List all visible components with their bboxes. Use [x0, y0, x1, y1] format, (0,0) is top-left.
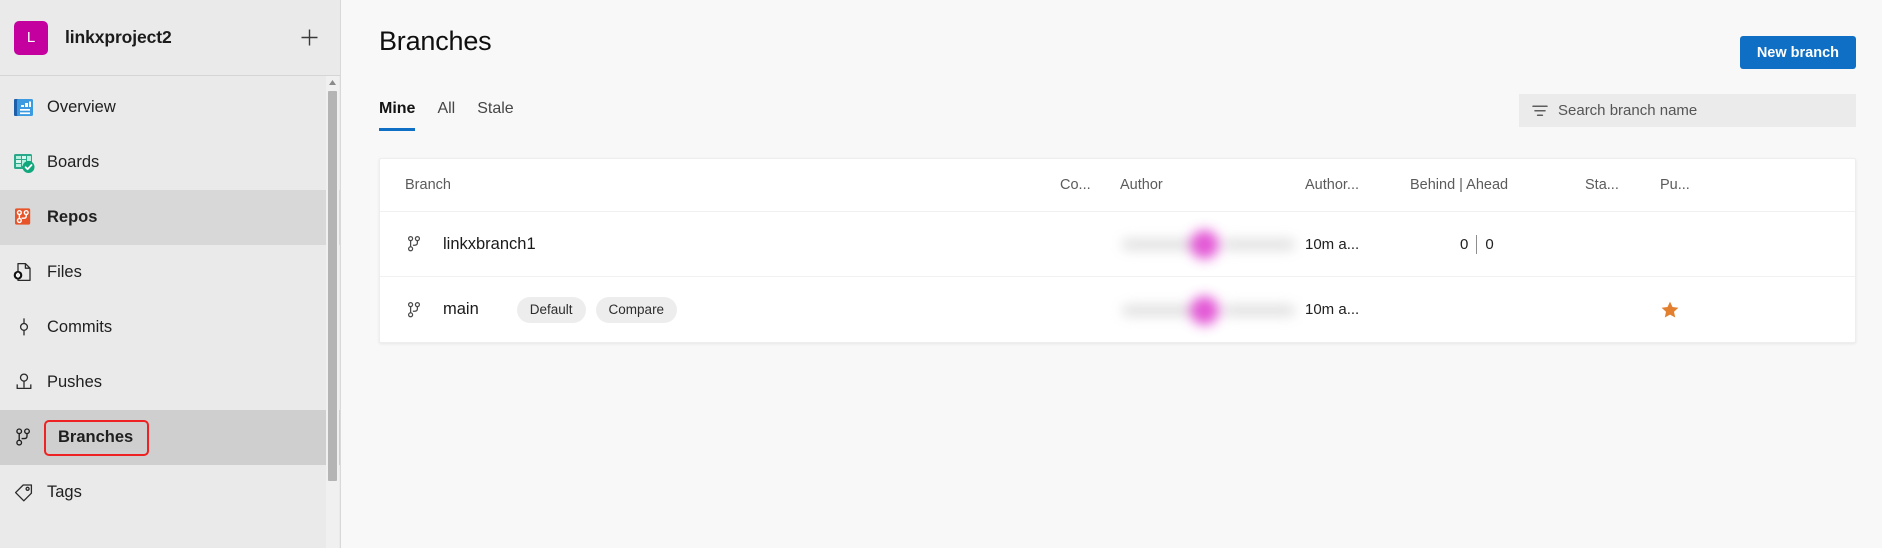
new-branch-button[interactable]: New branch [1739, 36, 1856, 69]
branch-name[interactable]: main [443, 300, 479, 319]
search-branch-box[interactable] [1519, 94, 1856, 127]
filter-icon [1530, 104, 1550, 118]
files-icon [3, 260, 47, 286]
app-root: L linkxproject2 Overview Boards Repos Fi… [0, 0, 1882, 548]
behind-count: 0 [1460, 235, 1469, 253]
branch-cell: main Default Compare [380, 296, 1060, 323]
table-row[interactable]: main Default Compare 10m a... [380, 277, 1855, 342]
plus-icon[interactable] [296, 25, 322, 51]
column-header-behind-ahead[interactable]: Behind | Ahead [1410, 177, 1585, 193]
sidebar-item-label: Pushes [47, 373, 103, 391]
behind-ahead-separator [1476, 234, 1478, 254]
sidebar-item-label: Commits [47, 318, 113, 336]
branches-table: Branch Co... Author Author... Behind | A… [379, 158, 1856, 343]
column-header-author[interactable]: Author [1120, 177, 1305, 193]
sidebar-item-pushes[interactable]: Pushes [0, 355, 340, 410]
tab-stale[interactable]: Stale [466, 100, 524, 131]
commits-icon [3, 315, 47, 341]
authored-date: 10m a... [1305, 235, 1360, 253]
tab-all[interactable]: All [426, 100, 466, 131]
sidebar-item-label: Repos [47, 208, 98, 226]
project-header: L linkxproject2 [0, 0, 340, 75]
branch-name[interactable]: linkxbranch1 [443, 235, 536, 254]
branch-filter-tabs: Mine All Stale [379, 100, 525, 131]
project-avatar: L [14, 20, 48, 55]
tags-icon [3, 480, 47, 506]
ahead-count: 0 [1485, 235, 1494, 253]
column-header-pull-request[interactable]: Pu... [1660, 177, 1855, 193]
pull-request-cell [1660, 300, 1855, 320]
sidebar-item-commits[interactable]: Commits [0, 300, 340, 355]
main-content: Branches New branch Mine All Stale Searc… [341, 0, 1882, 548]
sidebar-item-branches[interactable]: Branches [0, 410, 340, 465]
sidebar-item-label: Boards [47, 153, 100, 171]
authored-date: 10m a... [1305, 301, 1360, 318]
sidebar-item-label: Files [47, 263, 82, 281]
sidebar-item-boards[interactable]: Boards [0, 135, 340, 190]
branch-cell: linkxbranch1 [380, 234, 1060, 254]
table-row[interactable]: linkxbranch1 10m a... 0 0 [380, 212, 1855, 277]
branch-icon [405, 300, 435, 320]
chevron-up-icon[interactable] [326, 76, 339, 89]
search-input[interactable] [1558, 102, 1845, 119]
overview-icon [3, 95, 47, 121]
sidebar-item-label: Tags [47, 483, 82, 501]
sidebar-item-repos[interactable]: Repos [0, 190, 340, 245]
project-name: linkxproject2 [65, 27, 172, 47]
branch-icon [405, 234, 435, 254]
sidebar: L linkxproject2 Overview Boards Repos Fi… [0, 0, 341, 548]
sidebar-nav: Overview Boards Repos Files Commits Push… [0, 76, 340, 548]
column-header-commit[interactable]: Co... [1060, 177, 1120, 193]
tab-mine[interactable]: Mine [379, 100, 426, 131]
page-title: Branches [379, 26, 492, 56]
author-cell [1120, 229, 1305, 259]
page-header: Branches New branch [341, 0, 1882, 100]
repos-icon [3, 205, 47, 231]
author-cell [1120, 295, 1305, 325]
scrollbar-thumb[interactable] [328, 91, 337, 481]
compare-badge[interactable]: Compare [595, 296, 678, 323]
authored-date-cell: 10m a... [1305, 301, 1410, 318]
sidebar-item-overview[interactable]: Overview [0, 80, 340, 135]
default-badge[interactable]: Default [516, 296, 586, 323]
pushes-icon [3, 370, 47, 396]
branch-badges: Default Compare [516, 296, 678, 323]
column-header-status[interactable]: Sta... [1585, 177, 1660, 193]
sidebar-item-label: Overview [47, 98, 116, 116]
author-redacted [1120, 295, 1295, 325]
column-header-branch[interactable]: Branch [380, 177, 1060, 193]
tabs-row: Mine All Stale [341, 94, 1882, 146]
sidebar-item-files[interactable]: Files [0, 245, 340, 300]
star-filled-icon[interactable] [1660, 300, 1680, 320]
boards-icon [3, 150, 47, 176]
behind-ahead-cell: 0 0 [1410, 234, 1585, 254]
column-header-authored-date[interactable]: Author... [1305, 177, 1410, 193]
sidebar-item-label: Branches [44, 419, 150, 456]
branches-icon [3, 425, 47, 451]
sidebar-item-tags[interactable]: Tags [0, 465, 340, 520]
authored-date-cell: 10m a... [1305, 236, 1410, 253]
sidebar-scrollbar[interactable] [326, 76, 339, 548]
table-header-row: Branch Co... Author Author... Behind | A… [380, 159, 1855, 212]
author-redacted [1120, 229, 1295, 259]
